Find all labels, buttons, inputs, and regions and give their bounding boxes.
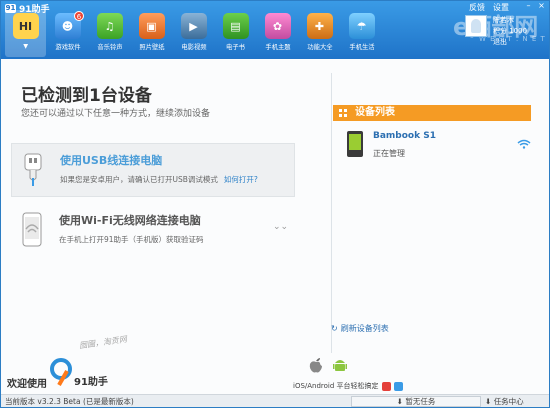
refresh-device-list[interactable]: ↻ 刷新设备列表	[331, 323, 389, 334]
usb-desc: 如果您是安卓用户，请确认已打开USB调试模式 如何打开?	[60, 175, 258, 184]
main-panel: 已检测到1台设备 您还可以通过以下任意一种方式，继续添加设备 使用USB线连接电…	[1, 59, 404, 394]
life-icon: ☂	[348, 13, 375, 39]
task-center-button[interactable]: ⬇ 任务中心	[485, 396, 524, 407]
toolbox-icon: ✚	[306, 13, 333, 39]
toolbar-life[interactable]: ☂ 手机生活	[341, 10, 382, 57]
phone-wifi-icon	[22, 212, 42, 247]
download-icon: ⬇	[396, 397, 403, 406]
panel-divider	[331, 73, 332, 353]
page-title: 已检测到1台设备	[21, 86, 152, 106]
qq-icon[interactable]	[394, 381, 404, 391]
theme-icon: ✿	[264, 13, 291, 39]
chevron-down-icon: ▼	[23, 42, 28, 50]
refresh-icon: ↻	[331, 324, 338, 333]
usb-cable-icon	[24, 153, 42, 186]
usb-connect-option[interactable]: 使用USB线连接电脑 如果您是安卓用户，请确认已打开USB调试模式 如何打开?	[11, 143, 295, 197]
version-text: 当前版本 v3.2.3 Beta (已是最新版本)	[5, 397, 134, 406]
status-bar: 当前版本 v3.2.3 Beta (已是最新版本) ⬇ 暂无任务 ⬇ 任务中心	[1, 394, 549, 407]
wifi-connect-option[interactable]: 使用Wi-Fi无线网络连接电脑 在手机上打开91助手（手机版）获取验证码 ⌄⌄	[11, 204, 295, 258]
ebook-icon: ▤	[222, 13, 249, 39]
home-icon: HI	[12, 13, 39, 39]
page-subtitle: 您还可以通过以下任意一种方式，继续添加设备	[21, 109, 211, 119]
apple-icon	[309, 358, 322, 373]
logout-link[interactable]: 退出	[493, 37, 507, 47]
sina-weibo-icon[interactable]	[381, 381, 391, 391]
wifi-icon	[517, 139, 531, 149]
device-item[interactable]: Bambook S1 正在管理	[341, 129, 541, 161]
music-icon: ♫	[96, 13, 123, 39]
toolbar-video[interactable]: ▶ 电影视频	[173, 10, 214, 57]
welcome-text: 欢迎使用	[7, 379, 47, 390]
expand-chevron-icon[interactable]: ⌄⌄	[273, 222, 288, 232]
how-to-open-link[interactable]: 如何打开?	[224, 175, 258, 184]
brand-91-logo-icon	[50, 358, 72, 386]
task-status[interactable]: ⬇ 暂无任务	[351, 396, 481, 407]
android-icon	[333, 360, 347, 371]
usb-title: 使用USB线连接电脑	[60, 154, 163, 167]
handwriting-note: 囫圇，淘贡网	[78, 334, 128, 351]
video-icon: ▶	[180, 13, 207, 39]
toolbar-themes[interactable]: ✿ 手机主题	[257, 10, 298, 57]
avatar[interactable]	[465, 15, 487, 37]
toolbar-tools[interactable]: ✚ 功能大全	[299, 10, 340, 57]
photo-icon: ▣	[138, 13, 165, 39]
close-button[interactable]: ×	[536, 1, 547, 10]
toolbar-home[interactable]: HI ▼	[5, 10, 46, 57]
app-window: 91 91助手 HI ▼ ☻ 游戏软件 6 ♫ 音乐铃声 ▣ 照片壁纸 ▶ 电影…	[0, 0, 550, 408]
toolbar-games[interactable]: ☻ 游戏软件 6	[47, 10, 88, 57]
top-toolbar: 91 91助手 HI ▼ ☻ 游戏软件 6 ♫ 音乐铃声 ▣ 照片壁纸 ▶ 电影…	[1, 1, 549, 59]
platform-text: iOS/Android 平台轻松搞定	[293, 381, 404, 391]
grid-icon	[339, 109, 347, 117]
device-name: Bambook S1	[373, 131, 436, 141]
device-status: 正在管理	[373, 149, 405, 158]
phone-icon	[347, 131, 363, 157]
task-center-icon: ⬇	[485, 397, 492, 406]
device-list-header: 设备列表	[333, 105, 531, 121]
games-badge: 6	[74, 11, 84, 21]
user-name[interactable]: 陈若木	[493, 15, 514, 25]
toolbar-music[interactable]: ♫ 音乐铃声	[89, 10, 130, 57]
user-points: 积分 1000	[493, 27, 528, 35]
platform-icons	[309, 357, 347, 373]
brand-name: 91助手	[74, 377, 108, 388]
toolbar-ebook[interactable]: ▤ 电子书	[215, 10, 256, 57]
toolbar-photos[interactable]: ▣ 照片壁纸	[131, 10, 172, 57]
toolbar-icons: HI ▼ ☻ 游戏软件 6 ♫ 音乐铃声 ▣ 照片壁纸 ▶ 电影视频 ▤ 电子书…	[5, 10, 383, 57]
wifi-desc: 在手机上打开91助手（手机版）获取验证码	[59, 235, 204, 244]
wifi-title: 使用Wi-Fi无线网络连接电脑	[59, 214, 201, 227]
user-panel: 陈若木 积分 1000 退出	[465, 13, 545, 53]
